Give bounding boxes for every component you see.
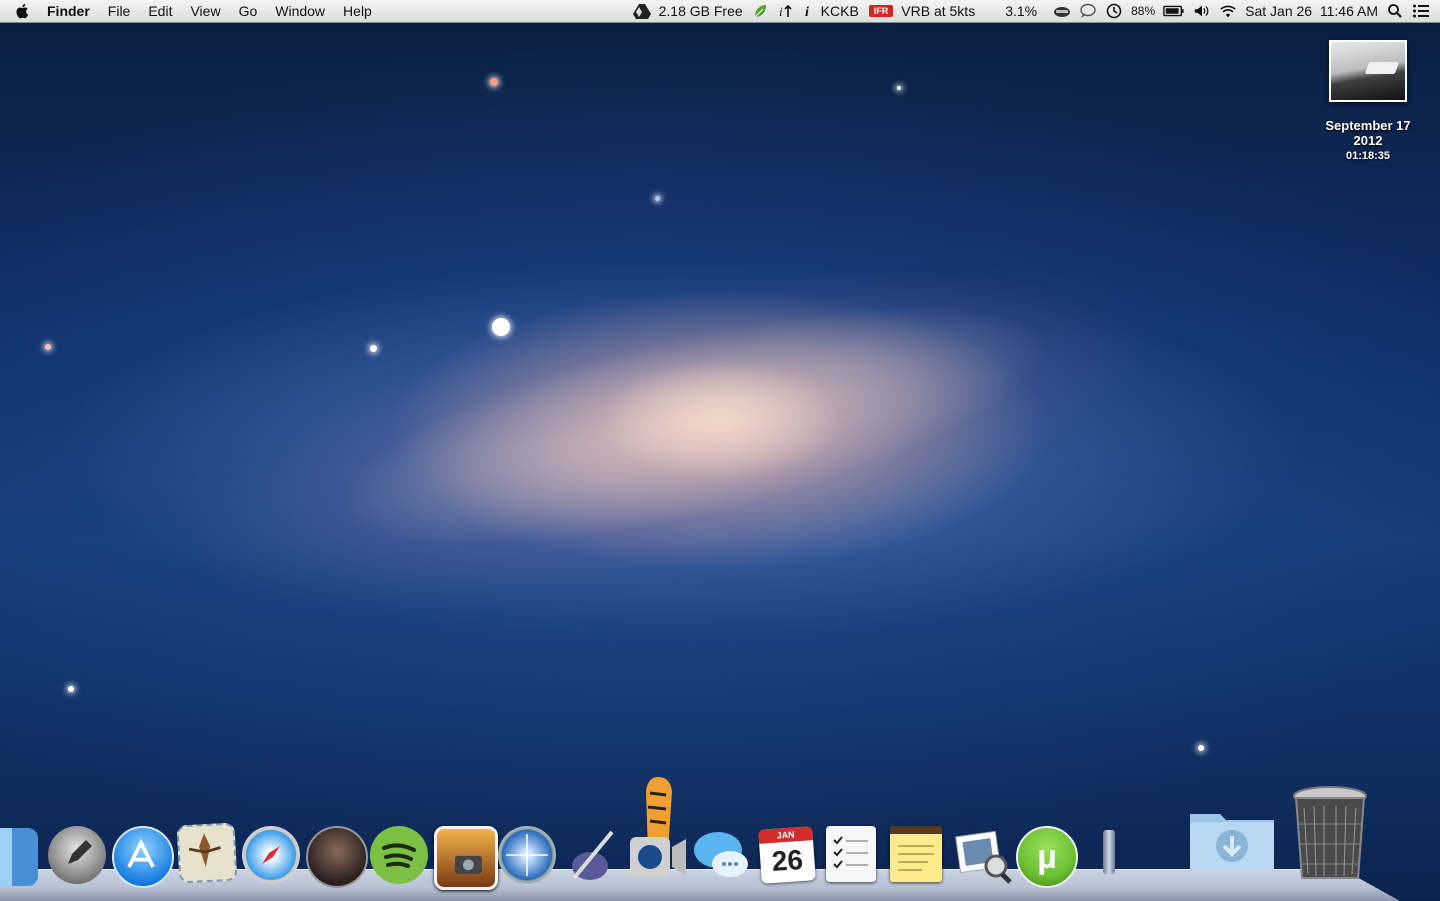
- wifi-icon[interactable]: [1219, 3, 1237, 19]
- battery-icon[interactable]: [1163, 3, 1185, 19]
- downloads-folder-icon[interactable]: [1186, 804, 1278, 874]
- wallpaper-star: [68, 686, 74, 692]
- menu-edit[interactable]: Edit: [139, 0, 181, 22]
- notification-center-icon[interactable]: [1412, 3, 1430, 19]
- info-icon[interactable]: i: [803, 3, 813, 19]
- file-name-line1: September 17: [1325, 118, 1411, 133]
- network-utility-icon[interactable]: [498, 826, 556, 884]
- mail-icon[interactable]: [176, 822, 238, 884]
- menu-bar: Finder File Edit View Go Window Help 2.1…: [0, 0, 1440, 23]
- iphoto-icon[interactable]: [434, 826, 498, 890]
- volume-icon[interactable]: [1193, 3, 1211, 19]
- battery-percentage[interactable]: 88%: [1131, 0, 1155, 22]
- desktop-file-screenshot[interactable]: September 17 2012 01:18:35: [1322, 40, 1414, 162]
- dock: JAN 26 µ: [0, 777, 1440, 890]
- reminders-icon[interactable]: [826, 826, 876, 882]
- menu-file[interactable]: File: [99, 0, 140, 22]
- app-menu-finder[interactable]: Finder: [38, 0, 99, 22]
- file-subtitle: 01:18:35: [1345, 150, 1391, 162]
- app-store-icon[interactable]: [112, 826, 174, 888]
- wallpaper-star: [492, 318, 510, 336]
- utorrent-glyph: µ: [1037, 838, 1057, 876]
- safari-icon[interactable]: [242, 826, 300, 884]
- notes-icon[interactable]: [890, 826, 942, 882]
- clock[interactable]: Sat Jan 26 11:46 AM: [1245, 0, 1378, 22]
- flight-rules-badge[interactable]: IFR: [868, 5, 894, 17]
- galaxy-wallpaper: [6, 83, 1334, 797]
- wind-status[interactable]: VRB at 5kts: [901, 0, 975, 22]
- menu-go[interactable]: Go: [230, 0, 267, 22]
- wallpaper-star: [1198, 745, 1204, 751]
- drive-icon[interactable]: [1053, 3, 1071, 19]
- wallpaper-star: [490, 78, 498, 86]
- cpu-usage[interactable]: 3.1%: [1005, 0, 1037, 22]
- script-editor-icon[interactable]: [562, 826, 620, 884]
- wallpaper-star: [897, 86, 901, 90]
- spotlight-search-icon[interactable]: [1386, 3, 1404, 19]
- google-drive-icon[interactable]: [632, 3, 651, 19]
- calendar-icon[interactable]: JAN 26: [758, 826, 816, 884]
- time-machine-icon[interactable]: [1105, 3, 1123, 19]
- file-name-line2: 2012: [1353, 133, 1383, 148]
- finder-icon[interactable]: [0, 828, 38, 886]
- disk-free-status[interactable]: 2.18 GB Free: [659, 0, 743, 22]
- launchpad-icon[interactable]: [48, 826, 106, 884]
- chat-bubble-icon[interactable]: [1079, 3, 1097, 19]
- wallpaper-star: [370, 345, 377, 352]
- trash-icon[interactable]: [1290, 784, 1370, 884]
- svg-text:i: i: [779, 4, 783, 19]
- dock-separator: [1103, 830, 1115, 874]
- file-thumbnail[interactable]: [1329, 40, 1407, 102]
- svg-text:i: i: [805, 5, 809, 19]
- menu-window[interactable]: Window: [266, 0, 334, 22]
- wallpaper-star: [45, 344, 51, 350]
- menu-view[interactable]: View: [181, 0, 229, 22]
- wallpaper-star: [655, 196, 660, 201]
- calendar-day: 26: [770, 843, 805, 878]
- apple-menu-icon[interactable]: [14, 2, 32, 20]
- menu-help[interactable]: Help: [334, 0, 381, 22]
- leaf-icon[interactable]: [751, 3, 769, 19]
- messages-icon[interactable]: [692, 826, 750, 884]
- spotify-icon[interactable]: [370, 826, 428, 884]
- preview-icon[interactable]: [954, 826, 1012, 884]
- utorrent-icon[interactable]: µ: [1016, 826, 1078, 888]
- facetime-icon[interactable]: [626, 773, 690, 885]
- album-art-app-icon[interactable]: [306, 826, 368, 888]
- info-arrow-icon[interactable]: i: [777, 3, 795, 19]
- airport-code[interactable]: KCKB: [821, 0, 859, 22]
